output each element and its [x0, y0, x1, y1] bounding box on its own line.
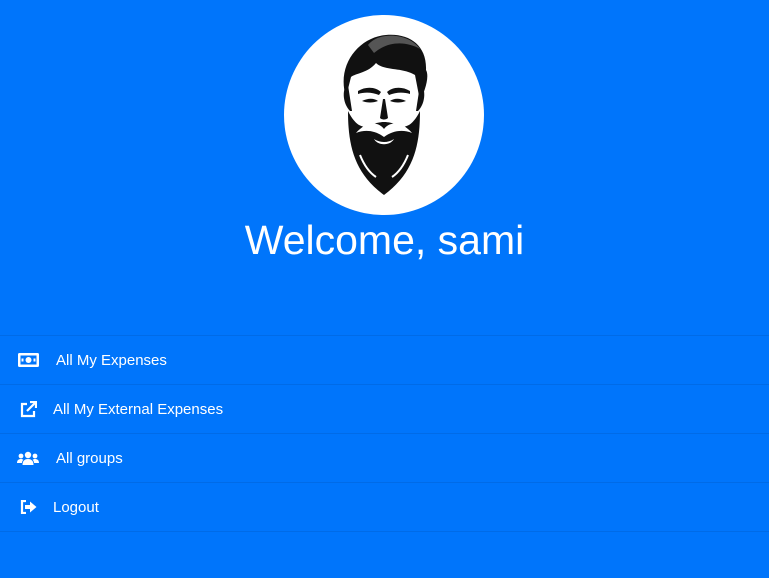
bearded-man-icon [343, 34, 428, 195]
nav-menu: All My Expenses All My External Expenses [0, 335, 769, 532]
menu-label: Logout [53, 498, 99, 516]
menu-item-all-groups[interactable]: All groups [0, 433, 769, 482]
menu-label: All My Expenses [56, 351, 167, 369]
users-icon [17, 449, 39, 467]
dashboard-page: Welcome, sami All My Expenses All My Ext… [0, 0, 769, 578]
sign-out-icon [17, 498, 39, 516]
welcome-heading: Welcome, sami [244, 217, 525, 263]
avatar [284, 15, 484, 215]
external-link-icon [17, 400, 39, 418]
menu-item-all-my-external-expenses[interactable]: All My External Expenses [0, 384, 769, 433]
menu-label: All groups [56, 449, 123, 467]
menu-item-logout[interactable]: Logout [0, 482, 769, 532]
menu-label: All My External Expenses [53, 400, 224, 418]
money-bill-icon [17, 351, 39, 369]
menu-item-all-my-expenses[interactable]: All My Expenses [0, 335, 769, 384]
